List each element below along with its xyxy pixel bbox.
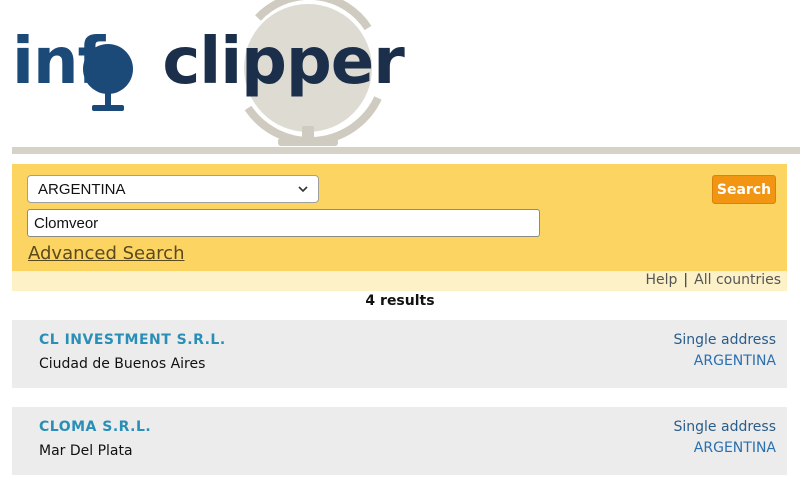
result-address-type: Single address bbox=[673, 332, 777, 348]
logo-globe-icon bbox=[83, 44, 133, 111]
result-country: ARGENTINA bbox=[693, 353, 776, 369]
result-company-name[interactable]: CL INVESTMENT S.R.L. bbox=[39, 332, 226, 348]
all-countries-link[interactable]: All countries bbox=[694, 272, 781, 288]
advanced-search-link[interactable]: Advanced Search bbox=[28, 243, 184, 264]
header-divider bbox=[12, 147, 800, 154]
search-input[interactable] bbox=[27, 209, 540, 237]
help-separator: | bbox=[683, 272, 689, 288]
result-city: Mar Del Plata bbox=[39, 443, 133, 459]
chevron-down-icon bbox=[298, 186, 308, 193]
result-city: Ciudad de Buenos Aires bbox=[39, 356, 206, 372]
help-bar: Help | All countries bbox=[12, 271, 787, 291]
country-select-value: ARGENTINA bbox=[38, 180, 126, 198]
site-logo[interactable]: inf clipper bbox=[12, 30, 405, 94]
help-link[interactable]: Help bbox=[646, 272, 678, 288]
result-address-type: Single address bbox=[673, 419, 777, 435]
site-header: inf clipper bbox=[0, 0, 800, 150]
logo-text-clipper: clipper bbox=[162, 25, 404, 99]
help-links: Help | All countries bbox=[646, 272, 782, 288]
result-card: CLOMA S.R.L. Mar Del Plata Single addres… bbox=[12, 407, 787, 475]
result-card: CL INVESTMENT S.R.L. Ciudad de Buenos Ai… bbox=[12, 320, 787, 388]
search-button[interactable]: Search bbox=[712, 175, 776, 204]
result-country: ARGENTINA bbox=[693, 440, 776, 456]
search-panel: ARGENTINA Advanced Search Search bbox=[12, 164, 787, 271]
country-select[interactable]: ARGENTINA bbox=[27, 175, 319, 203]
result-company-name[interactable]: CLOMA S.R.L. bbox=[39, 419, 151, 435]
results-count: 4 results bbox=[365, 293, 435, 309]
